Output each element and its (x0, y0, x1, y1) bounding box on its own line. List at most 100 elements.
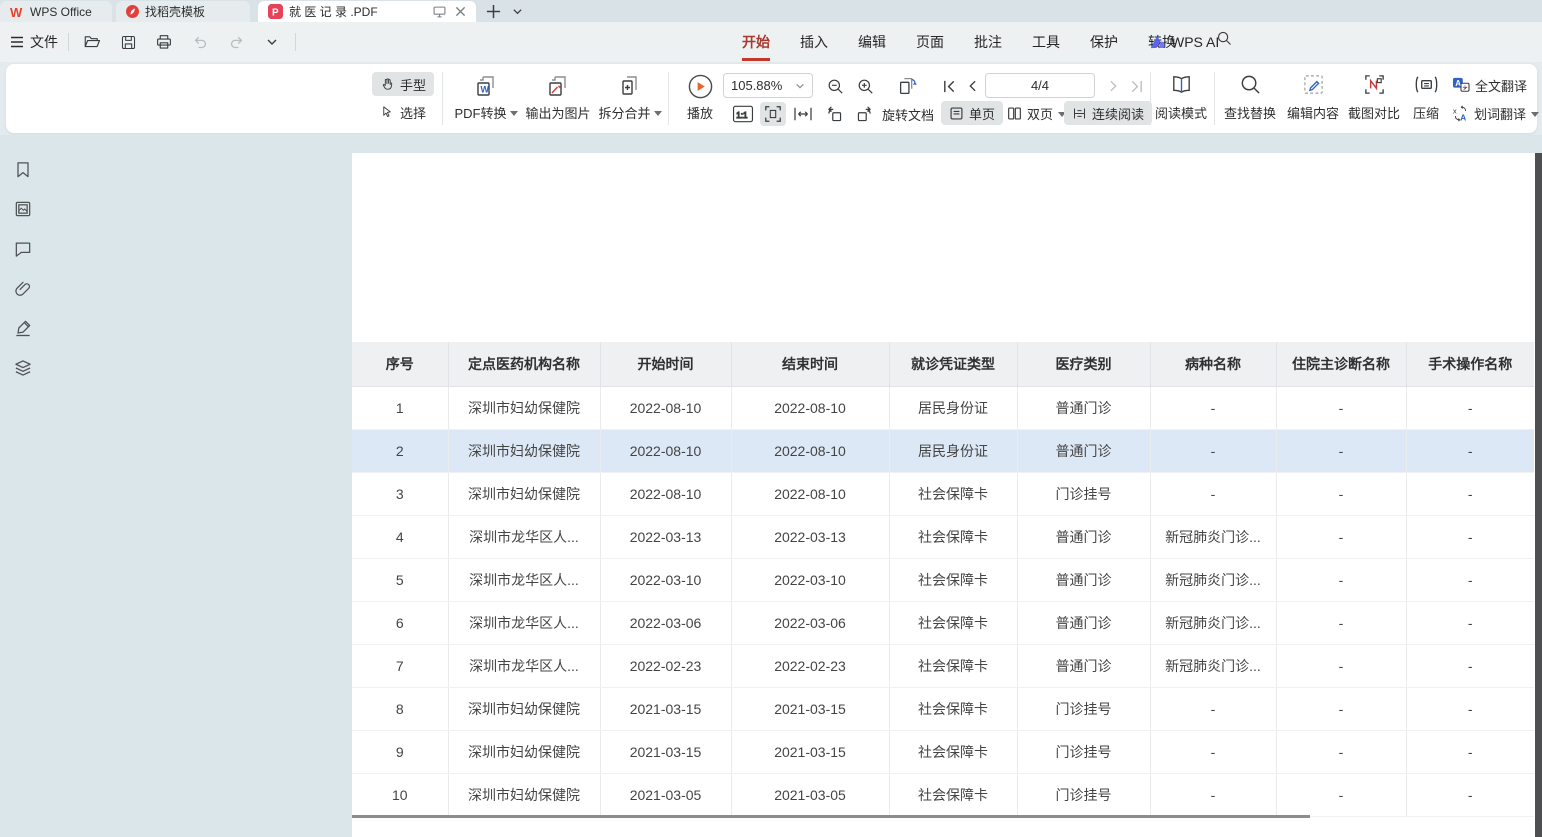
split-merge-button[interactable]: 拆分合并 (597, 70, 663, 128)
rotate-right-icon[interactable] (851, 102, 877, 126)
menu-item-edit[interactable]: 编辑 (854, 30, 890, 54)
table-row[interactable]: 3深圳市妇幼保健院2022-08-102022-08-10社会保障卡门诊挂号--… (352, 472, 1534, 515)
menu-item-protect[interactable]: 保护 (1086, 30, 1122, 54)
layers-icon[interactable] (13, 358, 33, 378)
table-row[interactable]: 2深圳市妇幼保健院2022-08-102022-08-10居民身份证普通门诊--… (352, 429, 1534, 472)
table-cell: 社会保障卡 (889, 773, 1017, 816)
rotate-left-icon[interactable] (821, 102, 847, 126)
new-tab-button[interactable] (486, 0, 501, 22)
zoom-out-icon[interactable] (823, 74, 847, 98)
table-cell: - (1276, 515, 1406, 558)
redo-icon[interactable] (223, 29, 249, 55)
menu-item-tools[interactable]: 工具 (1028, 30, 1064, 54)
table-cell: 深圳市龙华区人... (448, 558, 600, 601)
zoom-in-icon[interactable] (853, 74, 877, 98)
table-cell: 居民身份证 (889, 386, 1017, 429)
table-row[interactable]: 6深圳市龙华区人...2022-03-062022-03-06社会保障卡普通门诊… (352, 601, 1534, 644)
table-cell: 2021-03-05 (731, 773, 889, 816)
table-row[interactable]: 8深圳市妇幼保健院2021-03-152021-03-15社会保障卡门诊挂号--… (352, 687, 1534, 730)
previous-page-icon[interactable] (962, 74, 982, 98)
zoom-value: 105.88% (731, 78, 782, 93)
toolbar-strip: 手型 选择 W PDF转换 输出为图片 拆分合并 (0, 62, 1542, 135)
export-image-button[interactable]: 输出为图片 (523, 70, 593, 128)
page-number-input[interactable]: 4/4 (985, 73, 1095, 98)
table-cell: 普通门诊 (1017, 429, 1150, 472)
tab-list-chevron-icon[interactable] (512, 0, 523, 22)
first-page-icon[interactable] (938, 74, 960, 98)
menu-item-home[interactable]: 开始 (738, 30, 774, 54)
open-folder-icon[interactable] (79, 29, 105, 55)
fit-page-icon[interactable] (760, 102, 786, 126)
table-row[interactable]: 9深圳市妇幼保健院2021-03-152021-03-15社会保障卡门诊挂号--… (352, 730, 1534, 773)
table-cell: 2022-03-06 (731, 601, 889, 644)
full-text-translate-label: 全文翻译 (1475, 76, 1527, 95)
bookmark-icon[interactable] (13, 160, 33, 180)
menu-item-insert[interactable]: 插入 (796, 30, 832, 54)
table-cell: 社会保障卡 (889, 472, 1017, 515)
table-cell: 2021-03-15 (731, 730, 889, 773)
table-cell: 2022-03-10 (600, 558, 731, 601)
column-header: 开始时间 (600, 342, 731, 386)
attachment-icon[interactable] (13, 279, 33, 299)
rotate-document-button[interactable]: 旋转文档 (882, 105, 934, 124)
reading-mode-button[interactable]: 阅读模式 (1152, 70, 1210, 128)
page-organize-icon[interactable] (894, 72, 922, 100)
pdf-page[interactable]: 序号定点医药机构名称开始时间结束时间就诊凭证类型医疗类别病种名称住院主诊断名称手… (352, 153, 1542, 837)
thumbnails-icon[interactable] (13, 199, 33, 219)
menu-item-page[interactable]: 页面 (912, 30, 948, 54)
table-cell: 新冠肺炎门诊... (1150, 558, 1276, 601)
last-page-icon[interactable] (1125, 74, 1147, 98)
zoom-level-select[interactable]: 105.88% (723, 73, 813, 98)
table-cell: 2022-08-10 (731, 429, 889, 472)
table-cell: 2022-03-13 (600, 515, 731, 558)
menu-search-icon[interactable] (1216, 30, 1233, 47)
wps-office-window: { "tabs": { "home": { "label": "WPS Offi… (0, 0, 1542, 837)
table-cell: - (1150, 386, 1276, 429)
tab-wps-home[interactable]: W WPS Office (0, 1, 112, 22)
word-translate-label: 划词翻译 (1474, 104, 1526, 123)
more-actions-chevron-icon[interactable] (259, 29, 285, 55)
screenshot-compare-icon (1363, 73, 1386, 96)
fit-width-icon[interactable] (790, 102, 816, 126)
table-row[interactable]: 10深圳市妇幼保健院2021-03-052021-03-05社会保障卡门诊挂号-… (352, 773, 1534, 816)
table-row[interactable]: 1深圳市妇幼保健院2022-08-102022-08-10居民身份证普通门诊--… (352, 386, 1534, 429)
table-cell: 深圳市龙华区人... (448, 601, 600, 644)
select-tool-button[interactable]: 选择 (372, 100, 434, 124)
undo-icon[interactable] (187, 29, 213, 55)
table-row[interactable]: 4深圳市龙华区人...2022-03-132022-03-13社会保障卡普通门诊… (352, 515, 1534, 558)
screenshot-compare-button[interactable]: 截图对比 (1344, 70, 1404, 128)
save-icon[interactable] (115, 29, 141, 55)
table-cell: 新冠肺炎门诊... (1150, 601, 1276, 644)
tab-document-pdf[interactable]: P 就 医 记 录 .PDF (258, 1, 476, 22)
double-page-icon (1007, 106, 1022, 121)
screen-share-icon[interactable] (433, 6, 446, 18)
hand-tool-button[interactable]: 手型 (372, 72, 434, 96)
print-icon[interactable] (151, 29, 177, 55)
records-table-body: 1深圳市妇幼保健院2022-08-102022-08-10居民身份证普通门诊--… (352, 386, 1534, 816)
play-label: 播放 (687, 103, 713, 122)
export-image-icon (545, 73, 571, 99)
table-row[interactable]: 7深圳市龙华区人...2022-02-232022-02-23社会保障卡普通门诊… (352, 644, 1534, 687)
comments-icon[interactable] (13, 239, 33, 259)
table-cell: 社会保障卡 (889, 730, 1017, 773)
table-row[interactable]: 5深圳市龙华区人...2022-03-102022-03-10社会保障卡普通门诊… (352, 558, 1534, 601)
full-text-translate-button[interactable]: A 全文翻译 (1448, 73, 1531, 97)
wps-ai-button[interactable]: WPS AI (1150, 22, 1219, 62)
continuous-reading-button[interactable]: 连续阅读 (1064, 101, 1152, 125)
divider (295, 33, 296, 51)
word-translate-button[interactable]: xA 划词翻译 (1448, 101, 1542, 125)
find-replace-button[interactable]: 查找替换 (1220, 70, 1280, 128)
file-menu-button[interactable]: 文件 (10, 32, 58, 52)
actual-size-icon[interactable]: 1:1 (730, 102, 756, 126)
close-tab-icon[interactable] (455, 6, 466, 17)
single-page-button[interactable]: 单页 (941, 101, 1003, 125)
play-button[interactable]: 播放 (676, 70, 724, 128)
next-page-icon[interactable] (1103, 74, 1123, 98)
signature-pen-icon[interactable] (13, 318, 33, 338)
double-page-button[interactable]: 双页 (999, 101, 1074, 125)
compress-button[interactable]: 压缩 (1406, 70, 1446, 128)
pdf-convert-button[interactable]: W PDF转换 (452, 70, 520, 128)
tab-docer-templates[interactable]: 找稻壳模板 (116, 1, 250, 22)
edit-content-button[interactable]: 编辑内容 (1283, 70, 1343, 128)
menu-item-annotate[interactable]: 批注 (970, 30, 1006, 54)
